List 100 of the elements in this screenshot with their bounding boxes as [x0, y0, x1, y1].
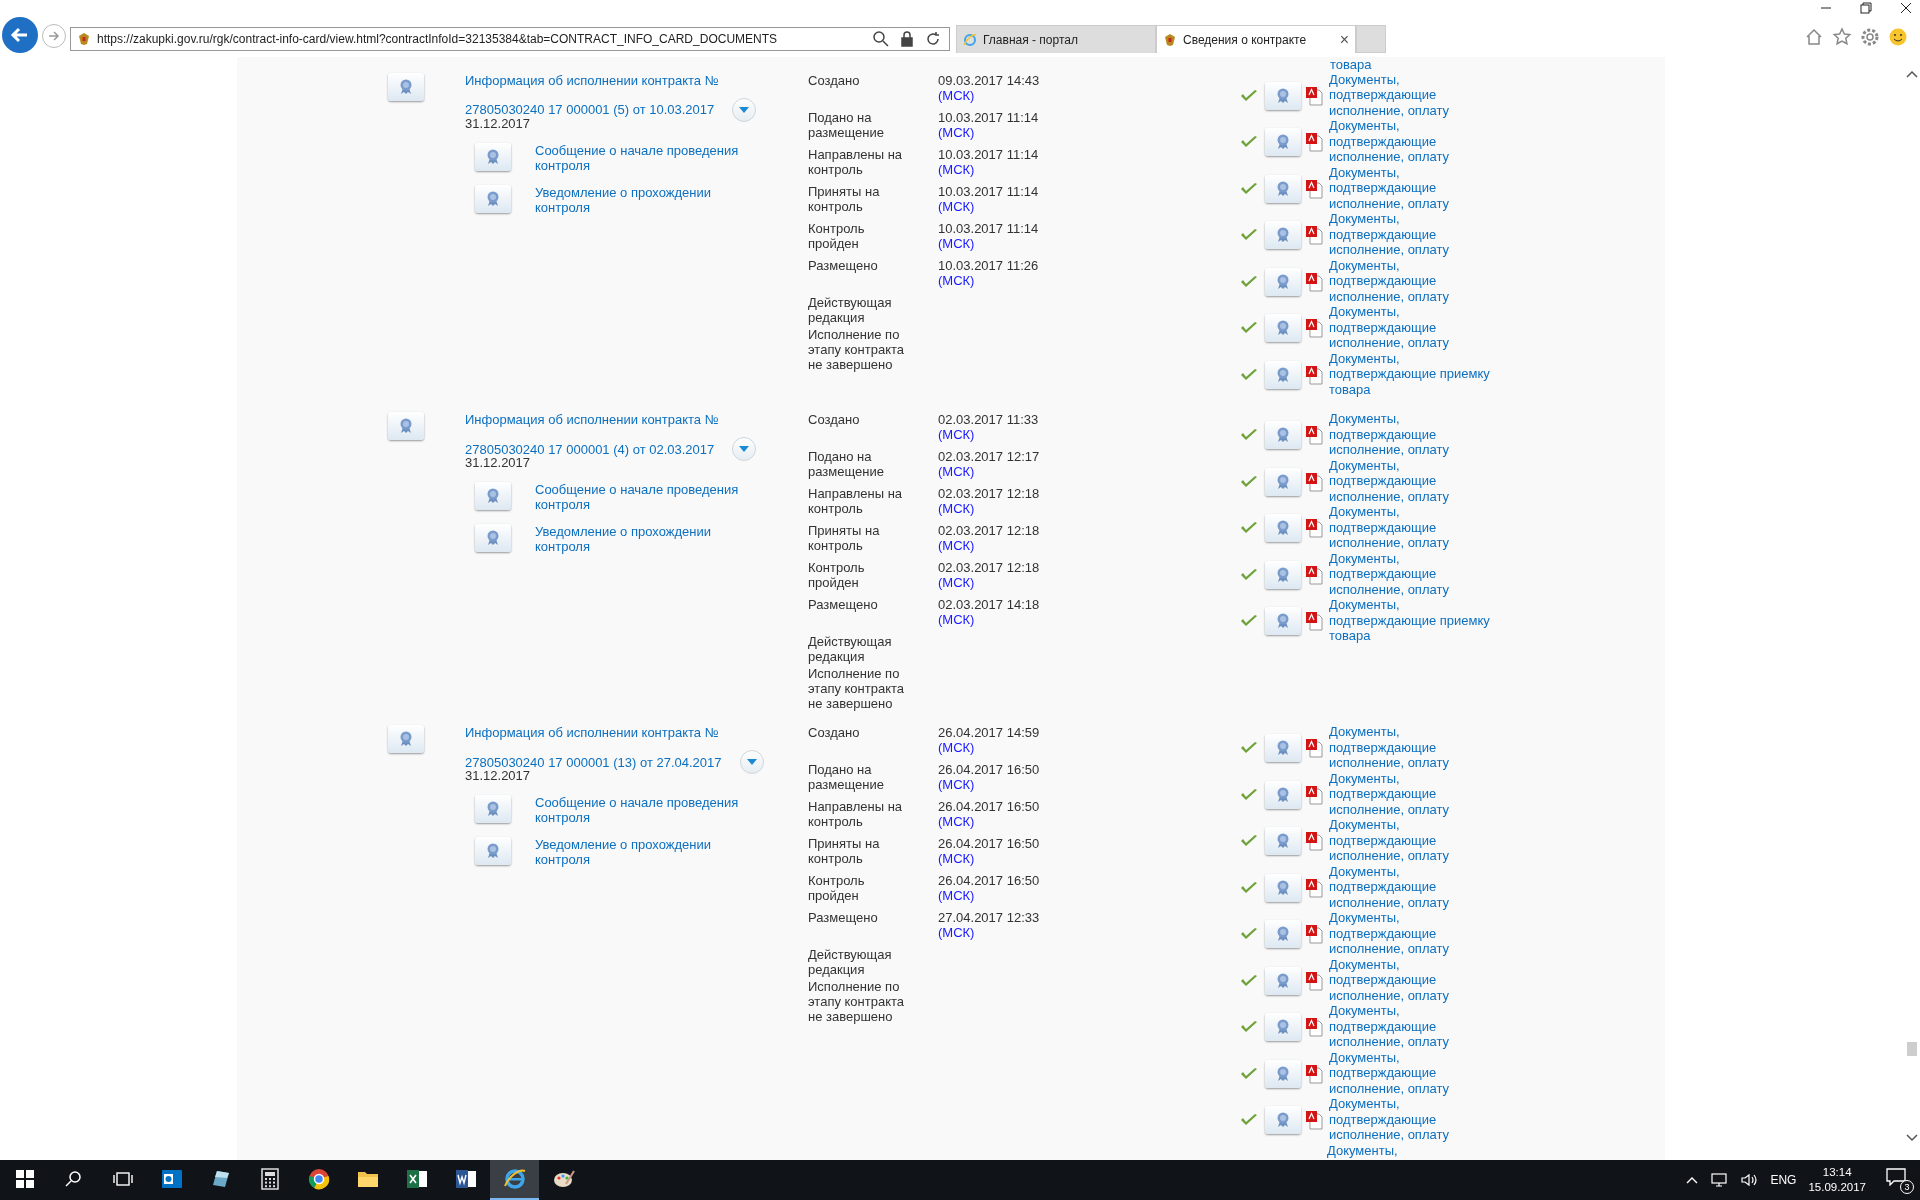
document-link[interactable]: Документы, подтверждающие исполнение, оплату — [1329, 956, 1494, 1003]
document-link[interactable]: Документы, подтверждающие исполнение, оплату — [1329, 71, 1494, 118]
pdf-icon[interactable] — [1305, 271, 1323, 292]
certificate-button[interactable] — [1265, 560, 1301, 589]
certificate-button[interactable] — [388, 412, 424, 440]
certificate-button[interactable] — [1265, 81, 1301, 110]
certificate-button[interactable] — [1265, 966, 1301, 995]
document-link[interactable]: Документы, подтверждающие исполнение, оплату — [1329, 863, 1494, 910]
certificate-button[interactable] — [1265, 827, 1301, 856]
control-document-link[interactable]: Уведомление о прохождении контроля — [535, 837, 760, 867]
pdf-icon[interactable] — [1305, 564, 1323, 585]
certificate-button[interactable] — [1265, 360, 1301, 389]
browser-tab[interactable]: Сведения о контракте × — [1156, 25, 1356, 53]
pdf-icon[interactable] — [1305, 425, 1323, 446]
certificate-button[interactable] — [1265, 920, 1301, 949]
close-icon[interactable] — [1900, 2, 1912, 14]
pdf-icon[interactable] — [1305, 611, 1323, 632]
document-link[interactable]: Документы, — [1327, 1142, 1492, 1158]
volume-icon[interactable] — [1740, 1172, 1759, 1188]
star-icon[interactable] — [1832, 27, 1852, 47]
control-document-link[interactable]: Сообщение о начале проведения контроля — [535, 482, 760, 512]
paint-icon[interactable] — [551, 1168, 576, 1190]
address-field[interactable]: https://zakupki.gov.ru/rgk/contract-info-card/view.html?contractInfoId=32135384&tab=CONTRACT_INFO_CARD_DOCUMENTS — [70, 27, 950, 51]
certificate-button[interactable] — [475, 482, 511, 510]
document-link[interactable]: Документы, подтверждающие исполнение, оплату — [1329, 211, 1494, 258]
pdf-icon[interactable] — [1305, 877, 1323, 898]
pdf-icon[interactable] — [1305, 1017, 1323, 1038]
certificate-button[interactable] — [475, 142, 511, 171]
certificate-button[interactable] — [388, 72, 424, 101]
document-link[interactable]: Документы, подтверждающие приемку товара — [1329, 597, 1494, 644]
certificate-button[interactable] — [1265, 780, 1301, 809]
document-link[interactable]: Документы, подтверждающие приемку товара — [1329, 350, 1494, 397]
certificate-button[interactable] — [1265, 1106, 1301, 1135]
certificate-button[interactable] — [1265, 128, 1301, 157]
pdf-icon[interactable] — [1305, 132, 1323, 153]
contract-number-link[interactable]: 27805030240 17 000001 (13) от 27.04.2017 — [465, 754, 722, 770]
document-link[interactable]: Документы, подтверждающие исполнение, оплату — [1329, 411, 1494, 458]
pdf-icon[interactable] — [1305, 85, 1323, 106]
document-link[interactable]: Документы, подтверждающие исполнение, оплату — [1329, 910, 1494, 957]
pdf-icon[interactable] — [1305, 1110, 1323, 1131]
contract-number-link[interactable]: 27805030240 17 000001 (5) от 10.03.2017 — [465, 102, 715, 117]
pdf-icon[interactable] — [1305, 364, 1323, 385]
contract-number-link[interactable]: 27805030240 17 000001 (4) от 02.03.2017 — [465, 441, 715, 457]
certificate-button[interactable] — [388, 725, 424, 753]
expand-button[interactable] — [739, 750, 764, 774]
calculator-icon[interactable] — [260, 1168, 279, 1190]
certificate-button[interactable] — [1265, 314, 1301, 343]
document-link[interactable]: Документы, подтверждающие исполнение, оплату — [1329, 1049, 1494, 1096]
document-link[interactable]: Документы, подтверждающие исполнение, оплату — [1329, 724, 1494, 771]
browser-icon[interactable] — [502, 1168, 527, 1190]
pdf-icon[interactable] — [1305, 471, 1323, 492]
control-document-link[interactable]: Сообщение о начале проведения контроля — [535, 142, 760, 173]
certificate-button[interactable] — [1265, 1013, 1301, 1042]
settings-icon[interactable] — [1860, 27, 1880, 47]
certificate-button[interactable] — [1265, 421, 1301, 450]
certificate-button[interactable] — [1265, 734, 1301, 763]
document-link[interactable]: Документы, подтверждающие исполнение, оплату — [1329, 1003, 1494, 1050]
certificate-button[interactable] — [1265, 1059, 1301, 1088]
document-link[interactable]: Документы, подтверждающие исполнение, оплату — [1329, 304, 1494, 351]
close-tab-button[interactable]: × — [1339, 30, 1349, 49]
document-link[interactable]: Документы, подтверждающие исполнение, оплату — [1329, 817, 1494, 864]
app-icon[interactable] — [160, 1169, 183, 1189]
document-link[interactable]: Документы, подтверждающие исполнение, оплату — [1329, 550, 1494, 597]
pdf-icon[interactable] — [1305, 784, 1323, 805]
certificate-button[interactable] — [475, 184, 511, 213]
back-button[interactable] — [2, 17, 38, 53]
control-document-link[interactable]: Уведомление о прохождении контроля — [535, 184, 760, 215]
certificate-button[interactable] — [1265, 221, 1301, 250]
certificate-button[interactable] — [1265, 873, 1301, 902]
pdf-icon[interactable] — [1305, 178, 1323, 199]
control-document-link[interactable]: Сообщение о начале проведения контроля — [535, 795, 760, 825]
smiley-icon[interactable] — [1888, 27, 1908, 47]
folder-icon[interactable] — [356, 1169, 379, 1189]
document-link[interactable]: Документы, подтверждающие исполнение, оплату — [1329, 257, 1494, 304]
spreadsheet-icon[interactable] — [405, 1169, 428, 1189]
search-icon[interactable] — [871, 29, 891, 49]
control-document-link[interactable]: Уведомление о прохождении контроля — [535, 524, 760, 554]
pdf-icon[interactable] — [1305, 831, 1323, 852]
contract-execution-link[interactable]: Информация об исполнении контракта № — [465, 725, 764, 740]
expand-button[interactable] — [732, 437, 757, 461]
language-indicator[interactable]: ENG — [1770, 1173, 1797, 1187]
certificate-button[interactable] — [1265, 514, 1301, 543]
document-link[interactable]: Документы, подтверждающие исполнение, оплату — [1329, 164, 1494, 211]
document-link[interactable]: Документы, подтверждающие исполнение, оплату — [1329, 504, 1494, 551]
caret-icon[interactable] — [1686, 1176, 1699, 1184]
pdf-icon[interactable] — [1305, 225, 1323, 246]
certificate-button[interactable] — [1265, 467, 1301, 496]
document-link[interactable]: Документы, подтверждающие исполнение, оплату — [1329, 770, 1494, 817]
document-link[interactable]: товара — [1330, 57, 1372, 72]
certificate-button[interactable] — [1265, 267, 1301, 296]
clock[interactable]: 13:14 15.09.2017 — [1808, 1165, 1866, 1195]
pdf-icon[interactable] — [1305, 318, 1323, 339]
network-icon[interactable] — [1710, 1172, 1729, 1188]
certificate-button[interactable] — [1265, 607, 1301, 636]
document-link[interactable]: Документы, подтверждающие исполнение, оплату — [1329, 118, 1494, 165]
pdf-icon[interactable] — [1305, 1063, 1323, 1084]
pdf-icon[interactable] — [1305, 738, 1323, 759]
browser-tab[interactable]: Главная - портал — [956, 25, 1156, 53]
restore-icon[interactable] — [1860, 2, 1872, 14]
certificate-button[interactable] — [475, 524, 511, 552]
